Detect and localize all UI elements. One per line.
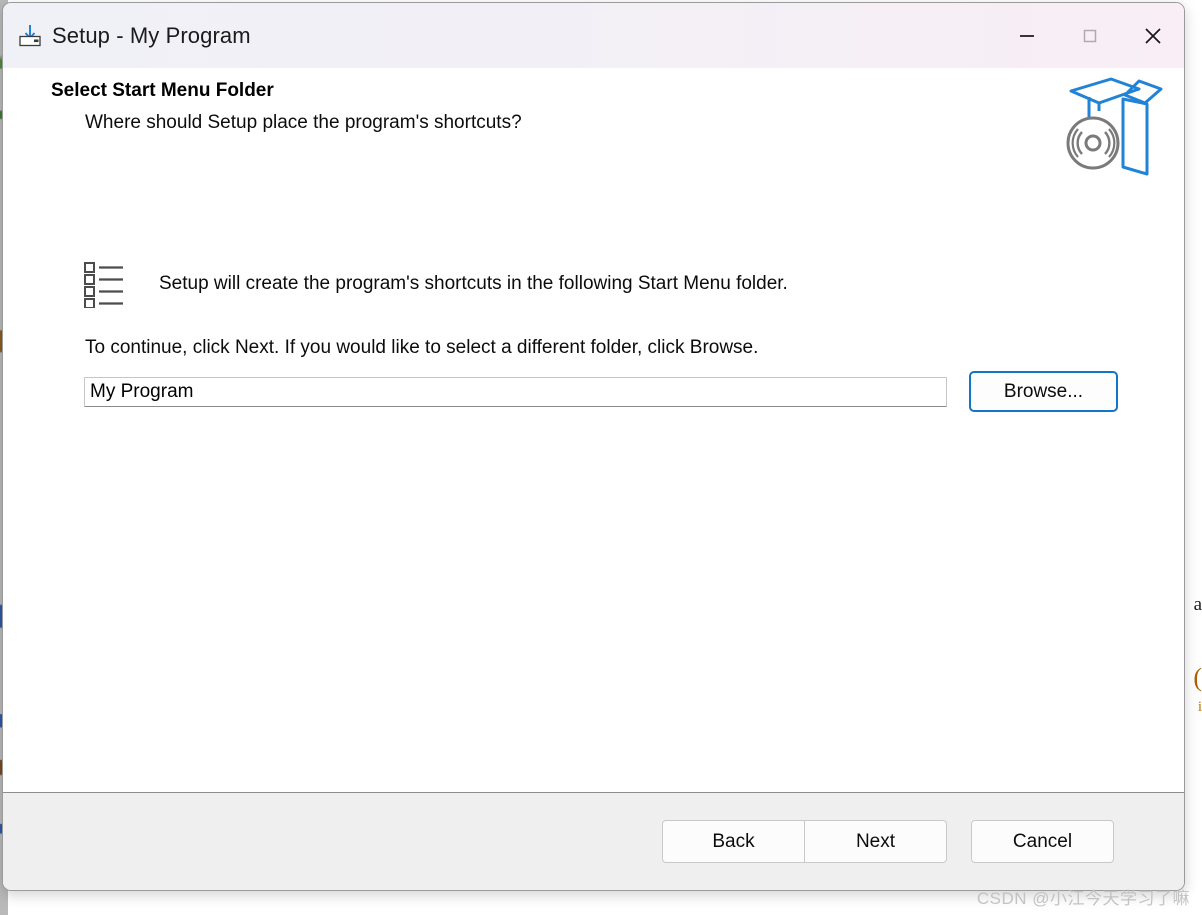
shortcut-info-row: Setup will create the program's shortcut… — [3, 260, 788, 308]
install-download-icon — [19, 24, 41, 46]
background-glyph-a: a — [1193, 594, 1202, 615]
folder-selection-row: Browse... — [84, 371, 1118, 412]
window-title: Setup - My Program — [52, 22, 251, 48]
setup-box-with-disc-icon — [1066, 77, 1163, 176]
page-subtitle: Where should Setup place the program's s… — [85, 112, 522, 133]
title-bar[interactable]: Setup - My Program — [3, 3, 1184, 68]
continue-instructions: To continue, click Next. If you would li… — [85, 337, 759, 358]
maximize-button[interactable] — [1058, 3, 1121, 68]
minimize-button[interactable] — [995, 3, 1058, 68]
browse-button[interactable]: Browse... — [969, 371, 1118, 412]
start-menu-folder-input[interactable] — [84, 377, 947, 407]
window-controls — [995, 3, 1184, 68]
minimize-icon — [1019, 34, 1034, 37]
background-glyph-i: i — [1197, 699, 1202, 715]
wizard-page-body: Select Start Menu Folder Where should Se… — [3, 68, 1184, 793]
wizard-footer: Back Next Cancel — [3, 793, 1184, 890]
close-icon — [1144, 27, 1161, 44]
next-button[interactable]: Next — [804, 820, 947, 863]
setup-wizard-window: Setup - My Program Select Start Menu Fol… — [2, 2, 1185, 891]
back-button[interactable]: Back — [662, 820, 805, 863]
background-glyph-paren: ( — [1193, 663, 1202, 692]
shortcut-description: Setup will create the program's shortcut… — [159, 273, 788, 294]
cancel-button[interactable]: Cancel — [971, 820, 1114, 863]
page-title: Select Start Menu Folder — [51, 80, 274, 101]
close-button[interactable] — [1121, 3, 1184, 68]
bulleted-list-icon — [84, 262, 123, 308]
maximize-icon — [1083, 29, 1096, 42]
background-window-right-sliver: a ( i — [1193, 0, 1202, 915]
page-header: Select Start Menu Folder Where should Se… — [3, 68, 1184, 176]
